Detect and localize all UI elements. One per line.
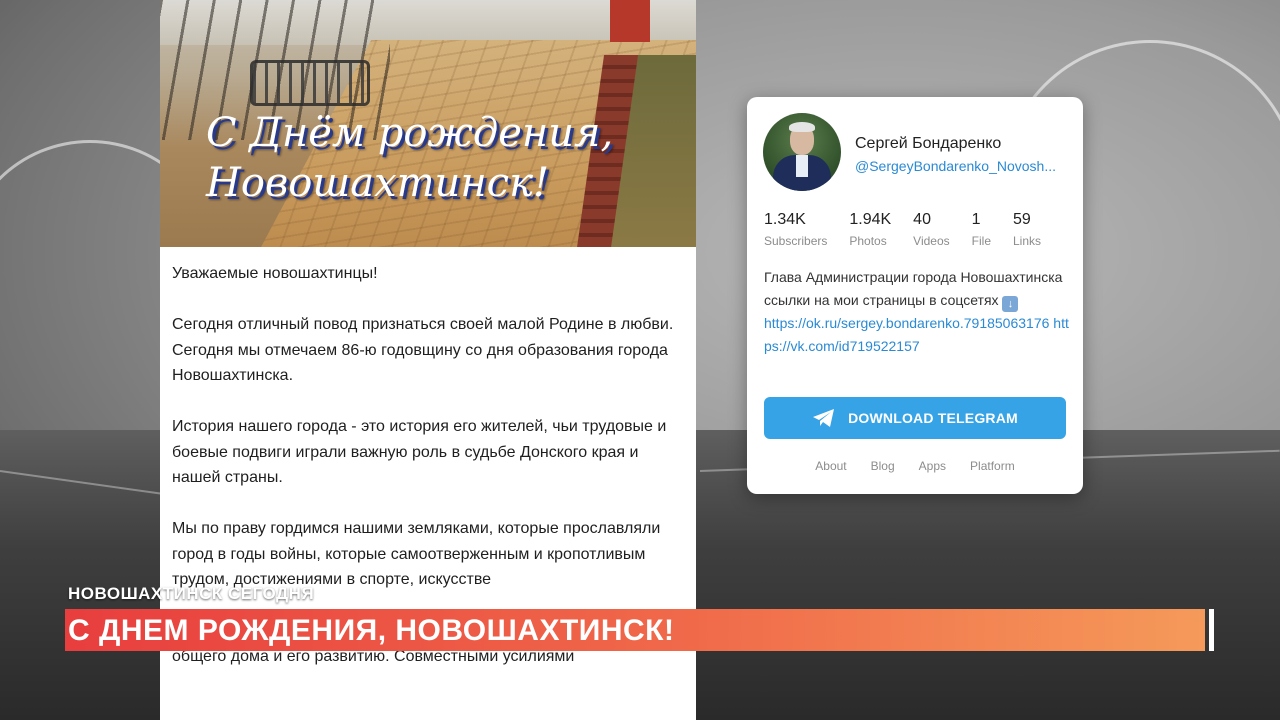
lower-third-marker (1209, 609, 1214, 651)
photo-greeting: С Днём рождения, Новошахтинск! (206, 110, 614, 206)
footer-links: About Blog Apps Platform (747, 459, 1083, 473)
channel-name: Сергей Бондаренко (855, 135, 1002, 152)
post-paragraph: Мы по праву гордимся нашими земляками, к… (172, 520, 661, 588)
monument (610, 0, 650, 42)
channel-card: Сергей Бондаренко @SergeyBondarenko_Novo… (747, 97, 1083, 494)
bench (250, 60, 370, 106)
channel-description: Глава Администрации города Новошахтинска… (764, 269, 1069, 354)
avatar[interactable] (763, 113, 841, 191)
post-text: Уважаемые новошахтинцы! Сегодня отличный… (160, 247, 696, 669)
post-paragraph: Уважаемые новошахтинцы! (172, 265, 378, 282)
download-telegram-button[interactable]: DOWNLOAD TELEGRAM (764, 397, 1066, 439)
lower-third-title: С ДНЕМ РОЖДЕНИЯ, НОВОШАХТИНСК! (68, 614, 675, 647)
post-paragraph: Сегодня отличный повод признаться своей … (172, 316, 674, 384)
footer-link-apps[interactable]: Apps (919, 459, 946, 473)
post-paragraph: История нашего города - это история его … (172, 418, 667, 486)
stat-videos[interactable]: 40 Videos (913, 210, 949, 252)
arrow-down-icon: ↓ (1002, 296, 1019, 312)
stat-subscribers: 1.34K Subscribers (764, 211, 828, 248)
footer-link-platform[interactable]: Platform (970, 459, 1015, 473)
channel-handle-link[interactable]: @SergeyBondarenko_Novosh... (855, 158, 1069, 174)
channel-stats: 1.34K Subscribers 1.94K Photos 40 Videos… (764, 210, 1063, 252)
stat-links[interactable]: 59 Links (1013, 210, 1041, 252)
stat-files[interactable]: 1 File (972, 210, 991, 252)
stat-photos[interactable]: 1.94K Photos (849, 210, 891, 252)
footer-link-about[interactable]: About (815, 459, 846, 473)
post-photo: С Днём рождения, Новошахтинск! (160, 0, 696, 247)
footer-link-blog[interactable]: Blog (871, 459, 895, 473)
social-links[interactable]: https://ok.ru/sergey.bondarenko.79185063… (764, 315, 1069, 354)
telegram-plane-icon (813, 409, 835, 427)
lower-third-subtitle: НОВОШАХТИНСК СЕГОДНЯ (68, 584, 315, 603)
